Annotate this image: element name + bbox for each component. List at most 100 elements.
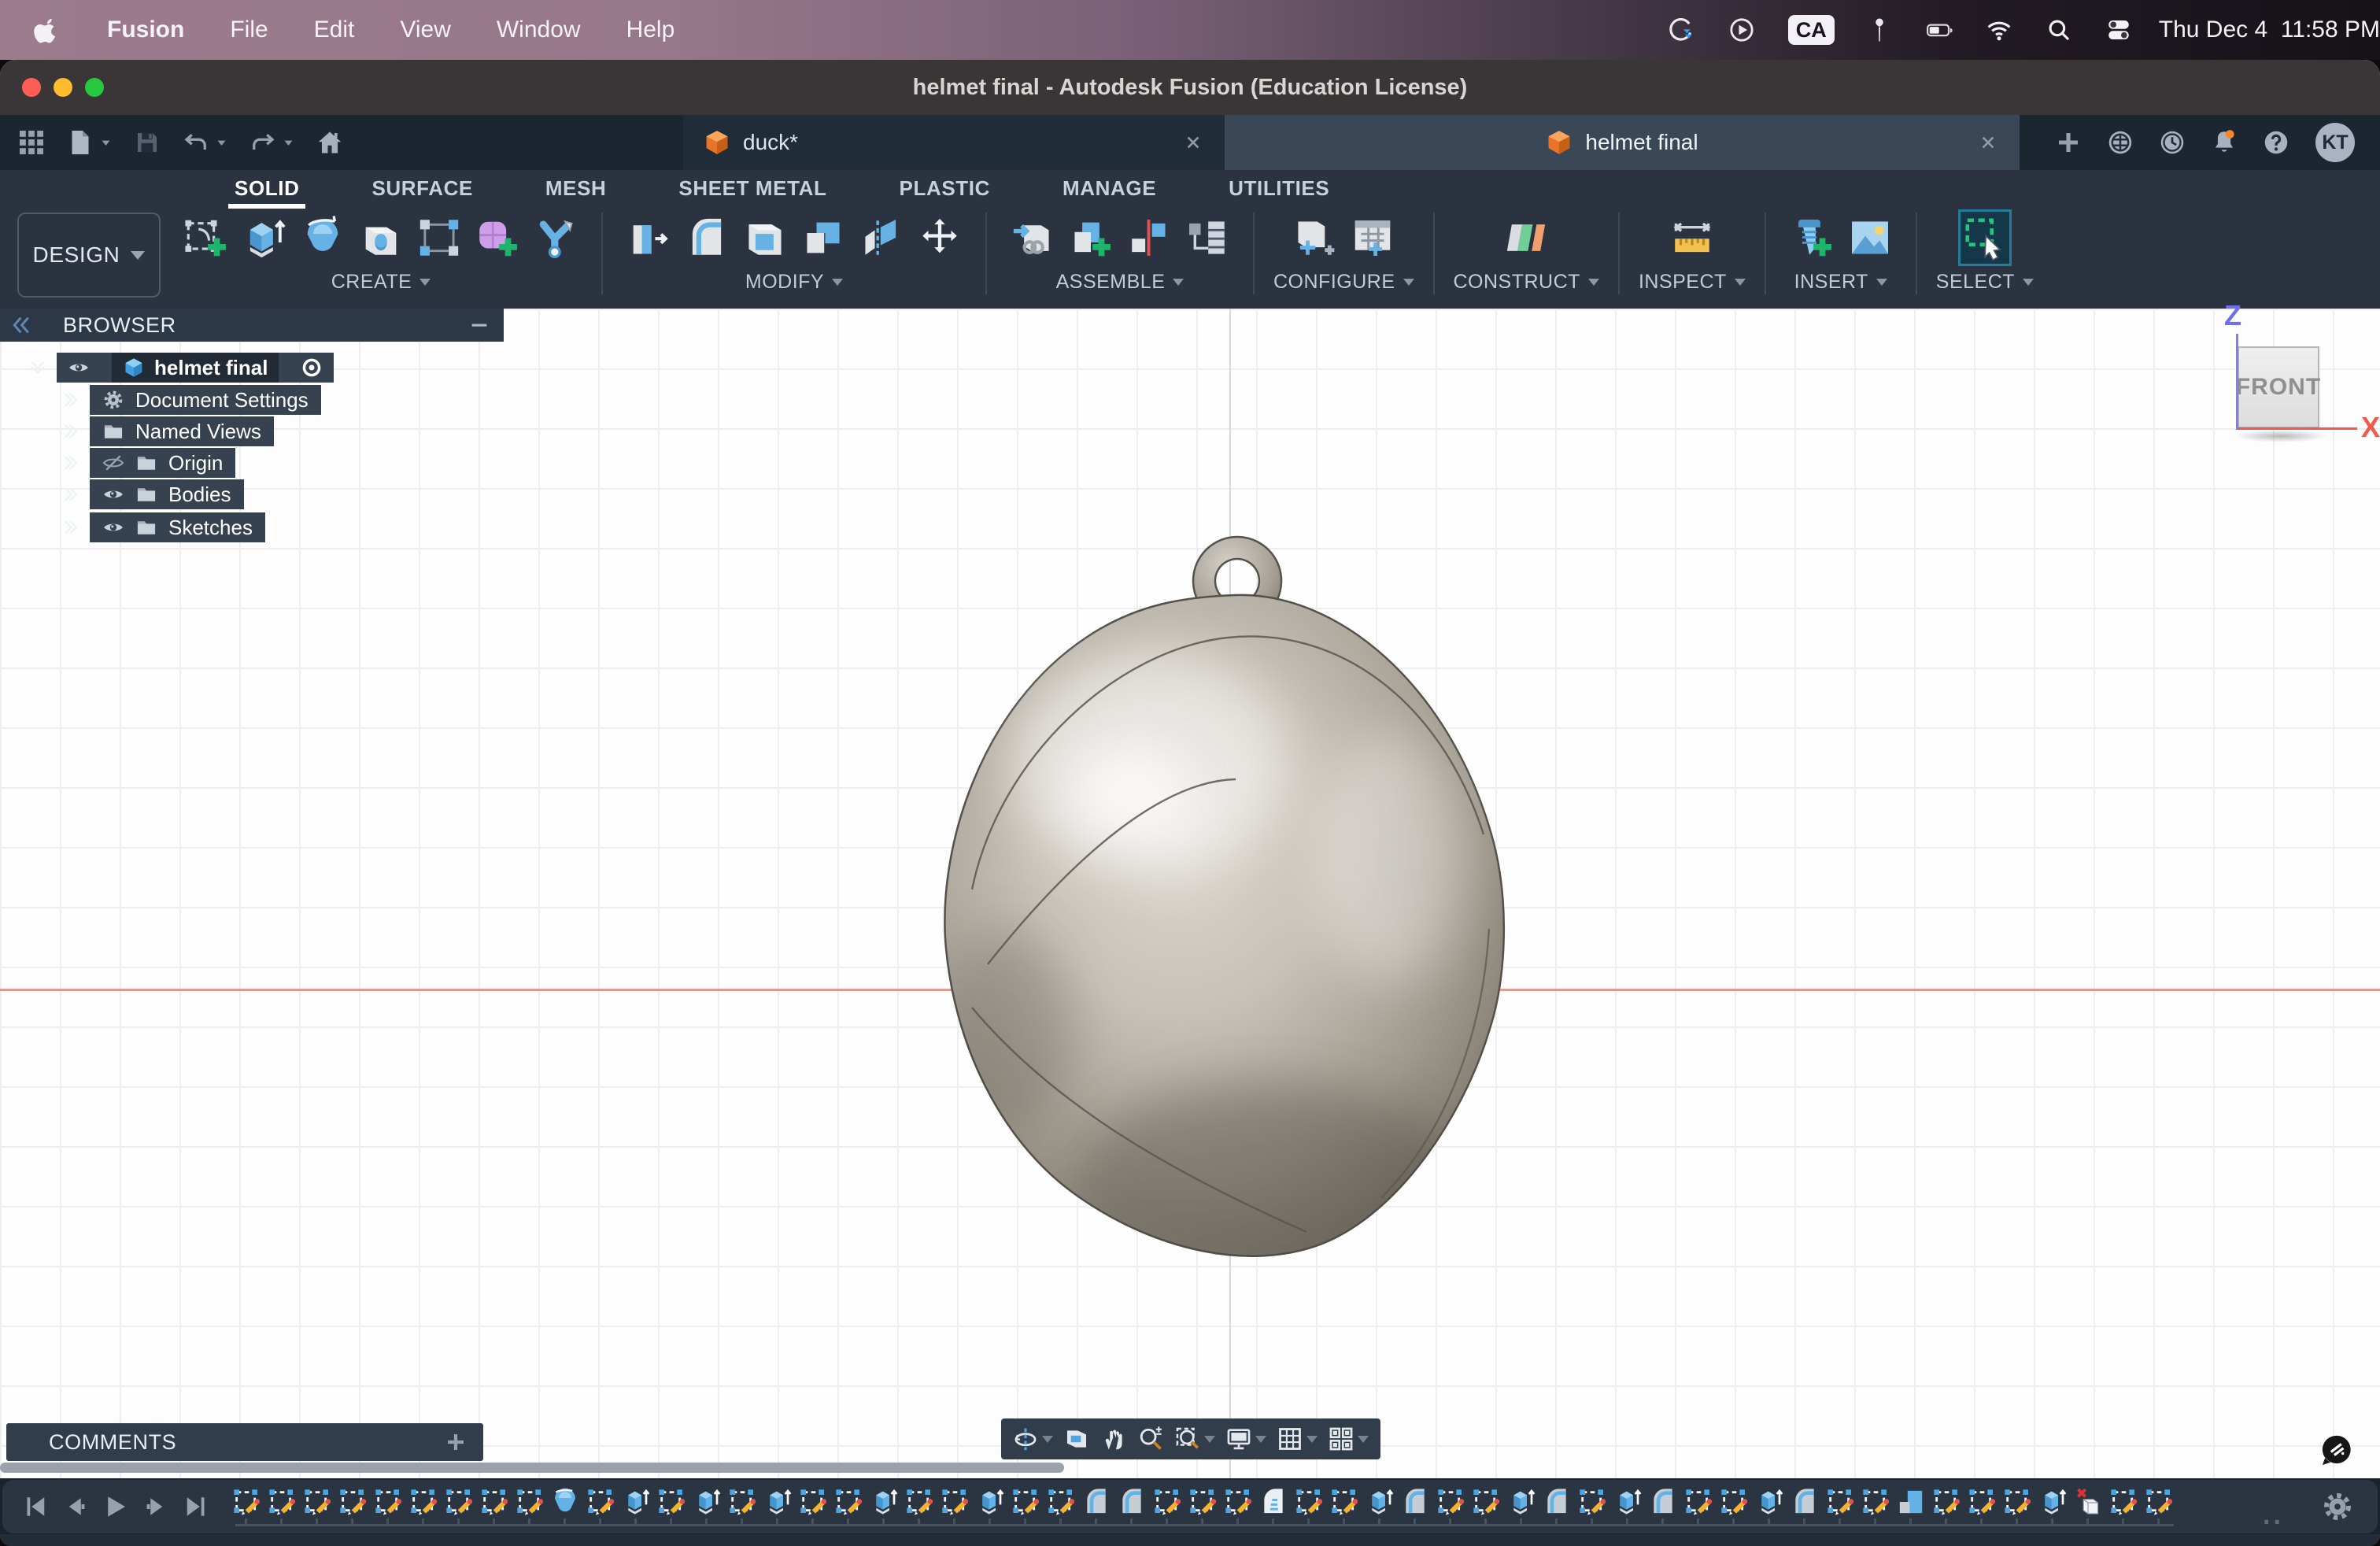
timeline-feature-extrude-12[interactable] <box>620 1486 652 1518</box>
play-circle-button[interactable] <box>1728 16 1757 44</box>
menu-item-help[interactable]: Help <box>626 17 675 43</box>
viewcube[interactable]: FRONT <box>2238 346 2319 428</box>
eye-off-icon[interactable] <box>102 452 124 474</box>
timeline-feature-extrude-16[interactable] <box>762 1486 793 1518</box>
construction-plane-tool-button[interactable] <box>1499 209 1553 266</box>
timeline-feature-sketch-2[interactable] <box>266 1486 298 1518</box>
wifi-button[interactable] <box>1986 16 2014 44</box>
skip-end-button[interactable] <box>182 1492 210 1521</box>
search-button[interactable] <box>2046 16 2074 44</box>
zoom-button[interactable] <box>1137 1426 1164 1452</box>
browser-item-named-views[interactable]: Named Views <box>60 416 274 446</box>
timeline-feature-sketch-51[interactable] <box>2001 1486 2033 1518</box>
browser-minimize-button[interactable] <box>468 313 491 337</box>
ribbon-tab-manage[interactable]: MANAGE <box>1062 176 1156 201</box>
timeline-overflow[interactable]: .. <box>2263 1500 2284 1531</box>
split-body-tool-button[interactable] <box>855 209 908 266</box>
timeline-feature-fillet-26[interactable] <box>1116 1486 1148 1518</box>
chevron-down-icon[interactable] <box>27 357 49 379</box>
timeline-feature-sketch-11[interactable] <box>585 1486 616 1518</box>
timeline-feature-sketch-1[interactable] <box>231 1486 262 1518</box>
timeline-feature-revolve-10[interactable] <box>549 1486 581 1518</box>
menu-item-edit[interactable]: Edit <box>314 17 355 43</box>
undo-button[interactable] <box>182 128 228 157</box>
close-tab-button[interactable] <box>1182 131 1204 153</box>
timeline-feature-sketch-47[interactable] <box>1860 1486 1891 1518</box>
extrude-tool-button[interactable] <box>238 209 291 266</box>
timeline-feature-sketch-43[interactable] <box>1718 1486 1750 1518</box>
menu-item-file[interactable]: File <box>230 17 268 43</box>
eye-icon[interactable] <box>102 483 124 505</box>
timeline-feature-extrude-33[interactable] <box>1364 1486 1395 1518</box>
timeline-feature-fillet-34[interactable] <box>1399 1486 1431 1518</box>
creative-cloud-button[interactable] <box>1669 16 1697 44</box>
visibility-toggle[interactable] <box>57 353 101 383</box>
clock2-button[interactable] <box>2158 128 2186 157</box>
timeline-feature-extrude-22[interactable] <box>974 1486 1006 1518</box>
step-forward-button[interactable] <box>142 1492 170 1521</box>
ribbon-tab-surface[interactable]: SURFACE <box>371 176 472 201</box>
menu-item-window[interactable]: Window <box>497 17 581 43</box>
timeline-feature-sketch-46[interactable] <box>1824 1486 1856 1518</box>
group-label-insert[interactable]: INSERT <box>1794 271 1887 294</box>
timeline-scrollbar[interactable] <box>0 1463 1064 1473</box>
timeline-feature-sketch-54[interactable] <box>2108 1486 2139 1518</box>
user-avatar[interactable]: KT <box>2315 123 2355 162</box>
select-tool-button[interactable] <box>1958 209 2012 266</box>
menubar-clock[interactable]: Thu Dec 4 11:58 PM <box>2159 17 2380 43</box>
timeline-feature-sketch-20[interactable] <box>904 1486 935 1518</box>
globe-button[interactable] <box>2106 128 2134 157</box>
timeline-feature-sketch-7[interactable] <box>443 1486 475 1518</box>
ribbon-tab-utilities[interactable]: UTILITIES <box>1229 176 1329 201</box>
chevron-right-icon[interactable] <box>60 389 82 411</box>
timeline-feature-sketch-13[interactable] <box>656 1486 687 1518</box>
configuration-tool-button[interactable] <box>1288 209 1341 266</box>
config-table-tool-button[interactable] <box>1346 209 1399 266</box>
save-button[interactable] <box>133 128 161 157</box>
bom-tool-button[interactable] <box>1181 209 1234 266</box>
step-back-button[interactable] <box>61 1492 90 1521</box>
new-component-tool-button[interactable] <box>1064 209 1118 266</box>
control-center-button[interactable] <box>2105 16 2134 44</box>
help-button[interactable] <box>2262 128 2290 157</box>
group-label-configure[interactable]: CONFIGURE <box>1273 271 1414 294</box>
group-label-select[interactable]: SELECT <box>1936 271 2034 294</box>
grid-button[interactable] <box>17 128 46 157</box>
browser-item-helmet-final[interactable]: helmet final <box>27 353 334 383</box>
add-comment-button[interactable] <box>444 1430 468 1454</box>
create-sketch-tool-button[interactable] <box>179 209 233 266</box>
chevron-right-icon[interactable] <box>60 516 82 538</box>
insert-derive-tool-button[interactable] <box>1006 209 1059 266</box>
timeline-feature-sketch-42[interactable] <box>1683 1486 1714 1518</box>
timeline-feature-sketch-27[interactable] <box>1151 1486 1183 1518</box>
timeline-feature-sketch-15[interactable] <box>726 1486 758 1518</box>
move-copy-tool-button[interactable] <box>913 209 966 266</box>
browser-item-document-settings[interactable]: Document Settings <box>60 385 321 415</box>
pipe-tool-button[interactable] <box>529 209 582 266</box>
ribbon-tab-mesh[interactable]: MESH <box>545 176 607 201</box>
apple-menu[interactable] <box>33 16 61 44</box>
browser-item-bodies[interactable]: Bodies <box>60 479 244 509</box>
press-pull-tool-button[interactable] <box>622 209 675 266</box>
design-workspace-dropdown[interactable]: DESIGN <box>17 213 161 298</box>
home-button[interactable] <box>316 128 344 157</box>
timeline-feature-sketch-23[interactable] <box>1010 1486 1041 1518</box>
fillet-tool-button[interactable] <box>680 209 734 266</box>
timeline-feature-error-53[interactable] <box>2072 1486 2104 1518</box>
form-tool-button[interactable] <box>471 209 524 266</box>
timeline-feature-extrude-40[interactable] <box>1612 1486 1643 1518</box>
ribbon-tab-plastic[interactable]: PLASTIC <box>900 176 990 201</box>
browser-item-sketches[interactable]: Sketches <box>60 512 265 542</box>
close-tab-button[interactable] <box>1977 131 1999 153</box>
menu-item-fusion[interactable]: Fusion <box>107 17 184 43</box>
group-label-modify[interactable]: MODIFY <box>745 271 843 294</box>
timeline-feature-sketch-31[interactable] <box>1293 1486 1325 1518</box>
revolve-tool-button[interactable] <box>296 209 349 266</box>
combine-tool-button[interactable] <box>796 209 850 266</box>
canvas-tool-button[interactable] <box>1843 209 1897 266</box>
pin-button[interactable] <box>1866 16 1894 44</box>
grid-settings-button[interactable] <box>1277 1426 1318 1452</box>
shell-tool-button[interactable] <box>738 209 792 266</box>
timeline-feature-extrude-37[interactable] <box>1506 1486 1537 1518</box>
chevron-right-icon[interactable] <box>60 483 82 505</box>
